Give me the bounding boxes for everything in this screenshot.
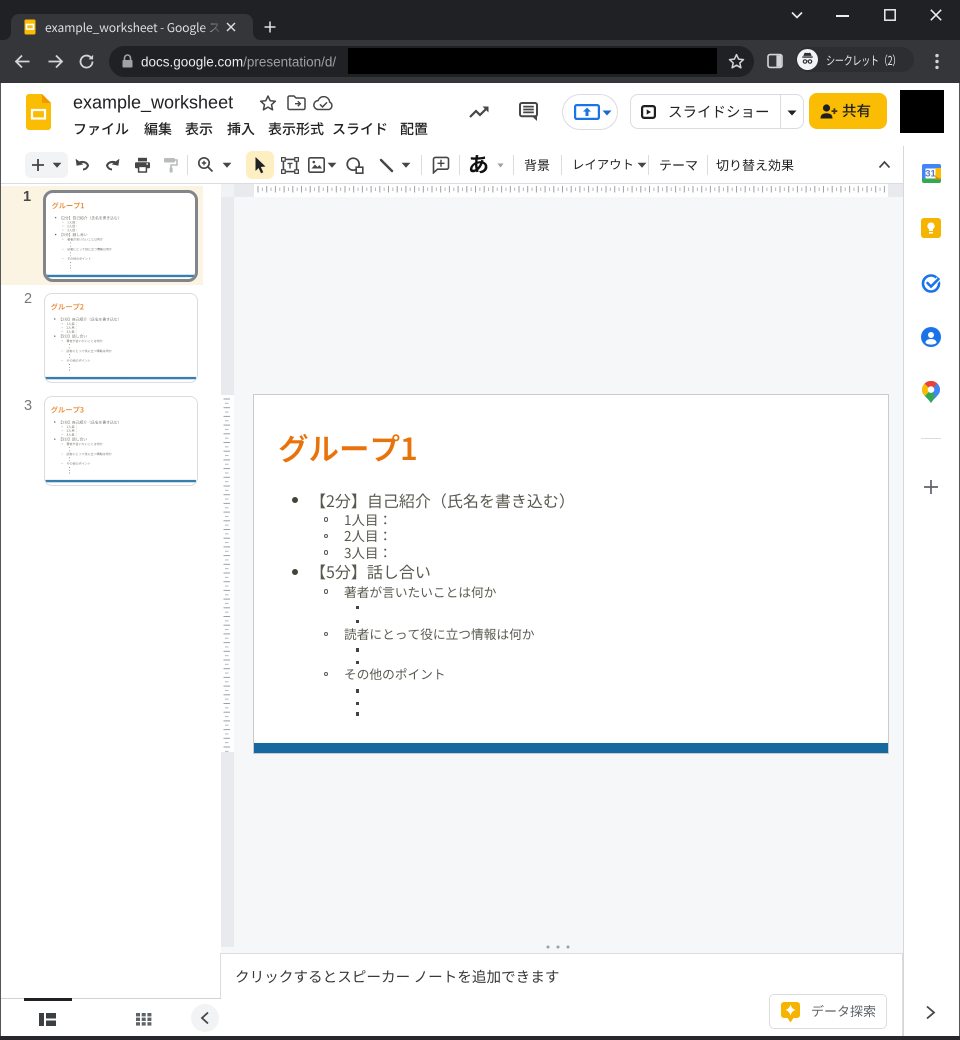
svg-text:31: 31 bbox=[925, 169, 936, 180]
